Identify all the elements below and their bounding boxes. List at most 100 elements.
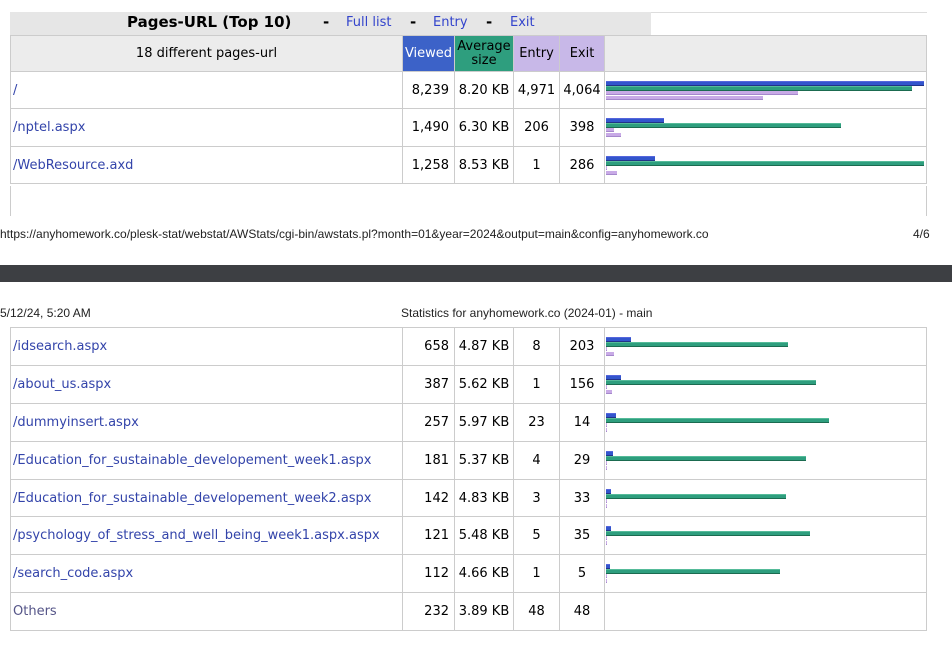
bar-graph-cell — [604, 108, 927, 147]
url-cell: /WebResource.axd — [10, 146, 403, 184]
page-url-link[interactable]: / — [13, 83, 17, 98]
exit-cell: 4,064 — [559, 71, 605, 109]
table-row: /psychology_of_stress_and_well_being_wee… — [10, 516, 927, 555]
title-divider-line — [651, 12, 927, 13]
exit-cell: 156 — [559, 365, 605, 404]
page-url-link[interactable]: /Education_for_sustainable_developement_… — [13, 453, 372, 468]
avg-size-cell: 5.37 KB — [454, 441, 514, 480]
print-header-title: Statistics for anyhomework.co (2024-01) … — [401, 306, 653, 320]
url-cell: /search_code.aspx — [10, 554, 403, 593]
pages-url-table-continued: /idsearch.aspx 658 4.87 KB 8 203/about_us.as… — [10, 327, 927, 631]
table-edge — [926, 186, 927, 216]
entry-bar — [606, 347, 607, 351]
bar-graph-cell — [604, 479, 927, 517]
viewed-cell: 387 — [402, 365, 455, 404]
exit-bar — [606, 390, 612, 394]
entry-bar — [606, 385, 607, 389]
bar-graph-cell — [604, 516, 927, 555]
page-url-link[interactable]: /Education_for_sustainable_developement_… — [13, 491, 372, 506]
url-cell: / — [10, 71, 403, 109]
url-cell: /Education_for_sustainable_developement_… — [10, 441, 403, 480]
bar-graph-cell — [604, 592, 927, 631]
avg-size-cell: 4.87 KB — [454, 327, 514, 366]
exit-cell: 35 — [559, 516, 605, 555]
section-title: Pages-URL (Top 10) — [127, 13, 292, 31]
entry-link[interactable]: Entry — [433, 15, 468, 30]
url-cell: /about_us.aspx — [10, 365, 403, 404]
viewed-cell: 112 — [402, 554, 455, 593]
viewed-cell: 142 — [402, 479, 455, 517]
bar-graph-cell — [604, 365, 927, 404]
url-cell: /nptel.aspx — [10, 108, 403, 147]
avg-size-cell: 5.97 KB — [454, 403, 514, 442]
graph-header — [604, 35, 927, 72]
avg-size-bar — [606, 531, 810, 536]
page-url-link[interactable]: /search_code.aspx — [13, 566, 133, 581]
page-url-link[interactable]: /nptel.aspx — [13, 120, 85, 135]
url-cell: /dummyinsert.aspx — [10, 403, 403, 442]
print-footer-url: https://anyhomework.co/plesk-stat/websta… — [0, 227, 709, 241]
viewed-cell: 121 — [402, 516, 455, 555]
page-url-link[interactable]: /psychology_of_stress_and_well_being_wee… — [13, 528, 380, 543]
url-cell: /psychology_of_stress_and_well_being_wee… — [10, 516, 403, 555]
entry-cell: 8 — [513, 327, 560, 366]
section-title-bar — [10, 12, 651, 35]
viewed-cell: 181 — [402, 441, 455, 480]
avg-size-cell: 8.53 KB — [454, 146, 514, 184]
entry-bar — [606, 91, 798, 95]
page-url-link[interactable]: /idsearch.aspx — [13, 339, 107, 354]
viewed-cell: 257 — [402, 403, 455, 442]
viewed-cell: 1,258 — [402, 146, 455, 184]
exit-bar — [606, 466, 607, 470]
avg-size-bar — [606, 418, 829, 423]
page-url-link[interactable]: /about_us.aspx — [13, 377, 111, 392]
exit-link[interactable]: Exit — [510, 15, 535, 30]
exit-cell: 33 — [559, 479, 605, 517]
bar-graph-cell — [604, 146, 927, 184]
exit-bar — [606, 504, 607, 508]
bar-graph-cell — [604, 71, 927, 109]
bar-graph-cell — [604, 403, 927, 442]
entry-cell: 48 — [513, 592, 560, 631]
entry-bar — [606, 461, 607, 465]
exit-bar — [606, 96, 763, 100]
entry-cell: 5 — [513, 516, 560, 555]
entry-header: Entry — [513, 35, 560, 72]
exit-cell: 5 — [559, 554, 605, 593]
entry-cell: 1 — [513, 554, 560, 593]
url-cell: /idsearch.aspx — [10, 327, 403, 366]
avg-size-bar — [606, 161, 924, 166]
avg-size-header: Average size — [454, 35, 514, 72]
avg-size-bar — [606, 342, 788, 347]
entry-bar — [606, 499, 607, 503]
page-break-divider — [0, 265, 952, 282]
avg-size-bar — [606, 494, 786, 499]
summary-header: 18 different pages-url — [10, 35, 403, 72]
full-list-link[interactable]: Full list — [346, 15, 391, 30]
others-label: Others — [13, 604, 57, 619]
entry-bar — [606, 128, 614, 132]
viewed-header: Viewed — [402, 35, 455, 72]
viewed-cell: 658 — [402, 327, 455, 366]
entry-cell: 4,971 — [513, 71, 560, 109]
title-separator: - — [323, 13, 330, 31]
pages-url-table: 18 different pages-url Viewed Average si… — [10, 35, 927, 184]
page-url-link[interactable]: /dummyinsert.aspx — [13, 415, 139, 430]
exit-bar — [606, 171, 617, 175]
avg-size-cell: 3.89 KB — [454, 592, 514, 631]
exit-bar — [606, 352, 614, 356]
entry-cell: 4 — [513, 441, 560, 480]
table-row: /search_code.aspx 112 4.66 KB 1 5 — [10, 554, 927, 593]
entry-cell: 1 — [513, 146, 560, 184]
page-url-link[interactable]: /WebResource.axd — [13, 158, 133, 173]
bar-graph-cell — [604, 554, 927, 593]
avg-size-bar — [606, 569, 780, 574]
viewed-cell: 232 — [402, 592, 455, 631]
url-cell: Others — [10, 592, 403, 631]
exit-header: Exit — [559, 35, 605, 72]
table-row: /idsearch.aspx 658 4.87 KB 8 203 — [10, 327, 927, 366]
entry-bar — [606, 574, 607, 578]
url-cell: /Education_for_sustainable_developement_… — [10, 479, 403, 517]
entry-cell: 206 — [513, 108, 560, 147]
table-row: /Education_for_sustainable_developement_… — [10, 479, 927, 517]
